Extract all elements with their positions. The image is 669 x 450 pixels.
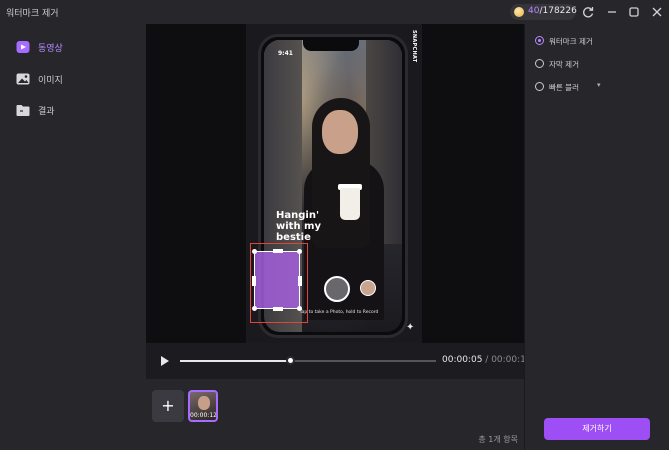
video-caption: Hangin' with my bestie — [276, 210, 321, 243]
phone-time: 9:41 — [278, 50, 293, 57]
player-controls: 00:00:05 / 00:00:12 — [146, 343, 532, 379]
resize-handle[interactable] — [297, 249, 302, 254]
timeline-progress — [180, 360, 291, 362]
close-icon[interactable] — [650, 5, 664, 19]
credit-badge[interactable]: 40/178226 — [510, 4, 577, 20]
option-watermark-removal[interactable]: 워터마크 제거 — [535, 34, 665, 48]
app-title: 워터마크 제거 — [6, 9, 59, 19]
sidebar: 동영상 이미지 결과 — [0, 24, 146, 450]
option-label: 워터마크 제거 — [549, 37, 593, 46]
radio-unchecked[interactable] — [535, 59, 544, 68]
title-bar: 워터마크 제거 40/178226 — [0, 0, 669, 24]
clip-strip: + 00:00:12 총 1개 항목 — [146, 379, 524, 450]
folder-icon — [16, 103, 30, 117]
option-label: 빠른 블러 — [549, 83, 579, 92]
sidebar-item-label: 결과 — [38, 107, 55, 117]
resize-handle[interactable] — [252, 306, 257, 311]
add-clip-button[interactable]: + — [152, 390, 184, 422]
chevron-down-icon[interactable]: ▾ — [597, 81, 601, 89]
sidebar-item-image[interactable]: 이미지 — [16, 69, 136, 89]
maximize-icon[interactable] — [627, 5, 641, 19]
video-icon — [16, 40, 30, 54]
clip-thumbnail[interactable]: 00:00:12 — [188, 390, 218, 422]
time-separator: / — [482, 355, 492, 365]
resize-handle[interactable] — [273, 307, 283, 311]
sidebar-item-results[interactable]: 결과 — [16, 100, 136, 120]
resize-handle[interactable] — [298, 276, 302, 286]
avatar — [360, 280, 376, 296]
coin-icon — [514, 7, 524, 17]
timeline-scrubber[interactable] — [285, 356, 295, 365]
option-subtitle-removal[interactable]: 자막 제거 — [535, 57, 665, 71]
sparkle-icon: ✦ — [406, 322, 415, 333]
sidebar-item-label: 동영상 — [38, 44, 63, 54]
time-display: 00:00:05 / 00:00:12 — [442, 355, 532, 365]
resize-handle[interactable] — [252, 249, 257, 254]
clip-duration: 00:00:12 — [190, 412, 217, 419]
credit-total: /178226 — [539, 6, 577, 16]
sidebar-item-label: 이미지 — [38, 76, 63, 86]
video-preview[interactable]: 9:41 Hangin' with my bestie Tap to take … — [146, 24, 524, 343]
play-icon[interactable] — [160, 355, 170, 367]
option-label: 자막 제거 — [549, 60, 579, 69]
resize-handle[interactable] — [252, 276, 256, 286]
watermark-selection-box[interactable] — [252, 249, 302, 311]
shutter-icon — [324, 276, 350, 302]
minimize-icon[interactable] — [605, 5, 619, 19]
refresh-icon[interactable] — [581, 5, 595, 19]
credit-text: 40/178226 — [528, 6, 577, 16]
image-icon — [16, 72, 30, 86]
radio-checked[interactable] — [535, 36, 544, 45]
snapchat-watermark: SNAPCHAT — [411, 30, 417, 63]
options-panel: 워터마크 제거 자막 제거 빠른 블러 ▾ 제거하기 — [524, 24, 669, 450]
radio-unchecked[interactable] — [535, 82, 544, 91]
timeline-track[interactable] — [180, 360, 436, 362]
option-quick-blur[interactable]: 빠른 블러 ▾ — [535, 80, 665, 94]
resize-handle[interactable] — [273, 249, 283, 253]
remove-button[interactable]: 제거하기 — [544, 418, 650, 440]
current-time: 00:00:05 — [442, 355, 483, 365]
sidebar-item-video[interactable]: 동영상 — [16, 37, 136, 57]
resize-handle[interactable] — [297, 306, 302, 311]
item-count: 총 1개 항목 — [478, 435, 518, 444]
credit-used: 40 — [528, 6, 540, 16]
